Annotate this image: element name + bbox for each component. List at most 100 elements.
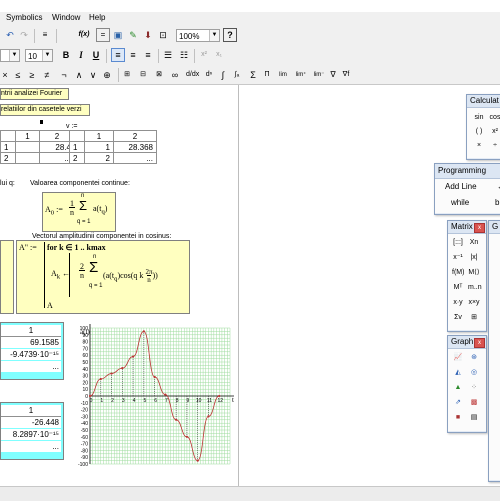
derivative-icon[interactable]: d/dx bbox=[186, 68, 199, 82]
menu-symbolics[interactable]: Symbolics bbox=[6, 13, 42, 22]
contour-plot-icon[interactable]: ◎ bbox=[468, 367, 480, 378]
calculator-palette[interactable]: Calculat sin cos ( ) x² × ÷ bbox=[466, 94, 500, 160]
matrix-op3-icon[interactable]: ⊠ bbox=[154, 68, 164, 82]
cosine-program-box[interactable]: A" := for k ∈ 1 .. kmax Ak ← 2n Σ n q = … bbox=[16, 240, 190, 314]
picture-icon[interactable]: ⊞ bbox=[468, 312, 480, 323]
insert-unit-button[interactable]: = bbox=[96, 28, 110, 42]
nth-derivative-icon[interactable]: dⁿ bbox=[204, 68, 214, 82]
resource-icon[interactable]: ✎ bbox=[127, 28, 139, 42]
math-op-not[interactable]: ¬ bbox=[59, 68, 69, 82]
add-line-button[interactable]: Add Line bbox=[445, 182, 477, 191]
component-icon[interactable]: ⬇ bbox=[142, 28, 154, 42]
insert-function-button[interactable]: f(x) bbox=[76, 28, 92, 42]
cross-product-icon[interactable]: x×y bbox=[468, 297, 480, 308]
subscript-index-icon[interactable]: Xn bbox=[468, 237, 480, 248]
dot-product-icon[interactable]: x·y bbox=[452, 297, 464, 308]
math-op-or[interactable]: ∨ bbox=[88, 68, 98, 82]
align-center-icon[interactable]: ≡ bbox=[127, 48, 139, 62]
math-op-int[interactable]: ∫ bbox=[218, 68, 228, 82]
inverse-icon[interactable]: x⁻¹ bbox=[452, 252, 464, 263]
sin-button[interactable]: sin bbox=[473, 112, 485, 123]
square-button[interactable]: x² bbox=[489, 126, 500, 137]
a0-formula-box[interactable]: A0 := 1n Σ n q = 1 a(tq) bbox=[42, 192, 116, 232]
math-op-xor[interactable]: ⊕ bbox=[102, 68, 112, 82]
break-button[interactable]: br bbox=[495, 198, 500, 207]
matrix-palette[interactable]: Matrix x [:::] Xn x⁻¹ |x| f(M) M⟨⟩ Mᵀ m.… bbox=[447, 220, 487, 332]
math-op-sum[interactable]: Σ bbox=[248, 68, 258, 82]
range-icon[interactable]: m..n bbox=[468, 282, 482, 293]
calculator-palette-title[interactable]: Calculat bbox=[467, 95, 500, 108]
redo-icon[interactable]: ↷ bbox=[18, 28, 30, 42]
result-vector-1[interactable]: 1 69.1585 -9.4739·10⁻¹⁵ ... bbox=[0, 322, 64, 380]
data-matrix-right[interactable]: 12 1 1 28.368 2 2... bbox=[69, 130, 157, 164]
title-region[interactable]: ntrii analizei Fourier bbox=[0, 88, 69, 100]
limit-left-icon[interactable]: lim⁻ bbox=[312, 68, 326, 82]
align-right-icon[interactable]: ≡ bbox=[142, 48, 154, 62]
matrix-insert-icon[interactable]: [:::] bbox=[452, 237, 464, 248]
transpose-icon[interactable]: Mᵀ bbox=[452, 282, 464, 293]
close-icon[interactable]: x bbox=[474, 338, 485, 348]
polar-plot-icon[interactable]: ⊛ bbox=[468, 352, 480, 363]
superscript-icon[interactable]: x² bbox=[198, 48, 210, 62]
menu-window[interactable]: Window bbox=[52, 13, 80, 22]
underline-button[interactable]: U bbox=[90, 48, 102, 62]
matrix-op2-icon[interactable]: ⊟ bbox=[138, 68, 148, 82]
cos-button[interactable]: cos bbox=[489, 112, 500, 123]
bullets-icon[interactable]: ☰ bbox=[162, 48, 174, 62]
limit-right-icon[interactable]: lim⁺ bbox=[294, 68, 308, 82]
font-select[interactable]: ▼ bbox=[0, 49, 20, 62]
vector-field-plot-icon[interactable]: ⇗ bbox=[452, 397, 464, 408]
vector-sum-icon[interactable]: Σv bbox=[452, 312, 464, 323]
programming-palette[interactable]: Programming Add Line ← while br bbox=[434, 163, 500, 215]
definite-int-icon[interactable]: ∫ₐ bbox=[232, 68, 242, 82]
align-left-icon[interactable]: ≡ bbox=[111, 48, 125, 62]
subscript-icon[interactable]: x₁ bbox=[213, 48, 225, 62]
3d-bar-icon[interactable]: ▲ bbox=[452, 382, 464, 393]
divide-button[interactable]: ÷ bbox=[489, 140, 500, 151]
subtitle-region[interactable]: relatiilor din casetele verzi bbox=[0, 104, 90, 116]
close-icon[interactable]: x bbox=[474, 223, 485, 233]
limit-icon[interactable]: lim bbox=[276, 68, 290, 82]
vector-field-icon[interactable]: ∇f bbox=[340, 68, 352, 82]
scatter-plot-icon[interactable]: ⁘ bbox=[468, 382, 480, 393]
copy-format-icon[interactable]: ≡ bbox=[40, 28, 50, 42]
menu-help[interactable]: Help bbox=[89, 13, 105, 22]
3d-plot-icon[interactable]: ■ bbox=[452, 412, 464, 423]
math-op-neq[interactable]: ≠ bbox=[42, 68, 52, 82]
font-size-select[interactable]: 10 ▼ bbox=[25, 49, 53, 62]
vectorize-icon[interactable]: f(M) bbox=[452, 267, 464, 278]
insert-region-icon[interactable]: ⊡ bbox=[157, 28, 169, 42]
plot-wizard-icon[interactable]: ▩ bbox=[468, 397, 480, 408]
format-plot-icon[interactable]: ▤ bbox=[468, 412, 480, 423]
data-matrix-left[interactable]: 12 1 28.4 2... bbox=[0, 130, 75, 164]
bold-button[interactable]: B bbox=[60, 48, 72, 62]
signal-plot[interactable]: 1009080706050403020100-10-20-30-40-50-60… bbox=[68, 320, 238, 468]
help-button[interactable]: ? bbox=[223, 28, 237, 42]
gradient-icon[interactable]: ∇ bbox=[328, 68, 338, 82]
result-vector-2[interactable]: 1 -26.448 8.2897·10⁻¹⁵ ... bbox=[0, 402, 64, 460]
while-button[interactable]: while bbox=[451, 198, 469, 207]
math-op-inf[interactable]: ∞ bbox=[170, 68, 180, 82]
math-op-and[interactable]: ∧ bbox=[74, 68, 84, 82]
multiply-button[interactable]: × bbox=[473, 140, 485, 151]
column-icon[interactable]: M⟨⟩ bbox=[468, 267, 480, 278]
math-op-times[interactable]: × bbox=[0, 68, 10, 82]
determinant-icon[interactable]: |x| bbox=[468, 252, 480, 263]
math-op-le[interactable]: ≤ bbox=[13, 68, 23, 82]
calculate-icon[interactable]: ▣ bbox=[112, 28, 124, 42]
graph-palette[interactable]: Graph x 📈 ⊛ ◭ ◎ ▲ ⁘ ⇗ ▩ ■ ▤ bbox=[447, 335, 487, 433]
matrix-op-icon[interactable]: ⊞ bbox=[122, 68, 132, 82]
side-region[interactable] bbox=[0, 240, 14, 314]
zoom-select[interactable]: 100% ▼ bbox=[176, 29, 220, 42]
italic-button[interactable]: I bbox=[75, 48, 87, 62]
numbering-icon[interactable]: ☷ bbox=[178, 48, 190, 62]
surface-plot-icon[interactable]: ◭ bbox=[452, 367, 464, 378]
greek-palette-title[interactable]: G bbox=[489, 221, 500, 234]
xy-plot-icon[interactable]: 📈 bbox=[452, 352, 464, 363]
undo-icon[interactable]: ↶ bbox=[4, 28, 16, 42]
parens-button[interactable]: ( ) bbox=[473, 126, 485, 137]
programming-palette-title[interactable]: Programming bbox=[435, 164, 500, 179]
math-op-ge[interactable]: ≥ bbox=[27, 68, 37, 82]
product-icon[interactable]: Π bbox=[262, 68, 272, 82]
greek-palette[interactable]: G bbox=[488, 220, 500, 482]
